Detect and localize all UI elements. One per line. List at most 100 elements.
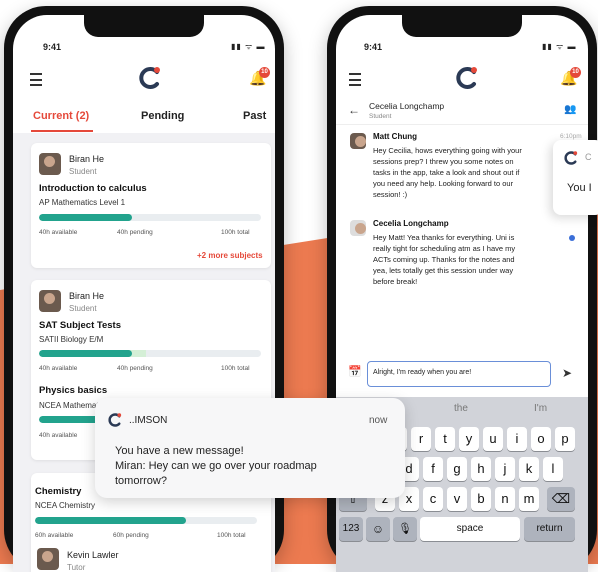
emoji-key[interactable]: ☺ <box>366 517 390 541</box>
key-h[interactable]: h <box>471 457 491 481</box>
tab-pending[interactable]: Pending <box>141 110 184 122</box>
key-i[interactable]: i <box>507 427 527 451</box>
key-y[interactable]: y <box>459 427 479 451</box>
key-c[interactable]: c <box>423 487 443 511</box>
notch <box>84 15 204 37</box>
return-key[interactable]: return <box>524 517 575 541</box>
subject-title: Chemistry <box>35 486 82 497</box>
menu-icon[interactable] <box>349 73 361 86</box>
key-v[interactable]: v <box>447 487 467 511</box>
notification-title: You have a new message! <box>115 445 244 457</box>
app-logo <box>139 67 160 89</box>
subject-level: AP Mathematics Level 1 <box>39 198 126 207</box>
message-author: Cecelia Longchamp <box>373 219 449 228</box>
tab-past[interactable]: Past <box>243 110 266 122</box>
key-t[interactable]: t <box>435 427 455 451</box>
key-j[interactable]: j <box>495 457 515 481</box>
status-icons: ▮▮ ᯤ ▬ <box>231 42 266 51</box>
tab-current[interactable]: Current (2) <box>33 110 89 122</box>
notification-badge: 10 <box>259 67 270 78</box>
message-text: Hey Cecilia, hows everything going with … <box>373 146 522 199</box>
key-r[interactable]: r <box>411 427 431 451</box>
participants-icon[interactable]: 👥 <box>564 104 576 115</box>
hours-total: 100h total <box>217 532 246 539</box>
key-p[interactable]: p <box>555 427 575 451</box>
chat-contact-name: Cecelia Longchamp <box>369 101 445 111</box>
key-m[interactable]: m <box>519 487 539 511</box>
hours-total: 100h total <box>221 365 250 372</box>
key-o[interactable]: o <box>531 427 551 451</box>
status-time: 9:41 <box>364 42 383 52</box>
app-logo <box>564 151 578 165</box>
tutor-name: Kevin Lawler <box>67 550 119 560</box>
active-tab-indicator <box>31 130 93 132</box>
avatar <box>39 153 61 175</box>
session-card[interactable]: Biran He Student Introduction to calculu… <box>31 143 271 268</box>
hours-progress-bar <box>39 214 261 221</box>
status-time: 9:41 <box>43 42 62 52</box>
message-time: 6:10pm <box>560 133 582 140</box>
message-input[interactable]: Alright, I'm ready when you are! <box>367 361 551 387</box>
key-f[interactable]: f <box>423 457 443 481</box>
subject-level: NCEA Chemistry <box>35 501 96 510</box>
available-fill <box>39 214 133 221</box>
suggestion[interactable]: the <box>454 403 468 414</box>
peek-text: You I <box>567 182 592 194</box>
read-indicator <box>569 235 575 241</box>
subject-title: Introduction to calculus <box>39 183 147 194</box>
hours-pending: 60h pending <box>113 532 149 539</box>
tutor-role: Student <box>69 167 97 176</box>
notification-message-cont: tomorrow? <box>115 475 167 487</box>
subject-title: SAT Subject Tests <box>39 320 121 331</box>
peek-card: C You I <box>553 140 598 215</box>
notification-badge: 10 <box>570 67 581 78</box>
hours-pending: 40h pending <box>117 365 153 372</box>
hours-available: 40h available <box>39 432 78 439</box>
app-logo-icon <box>108 413 122 427</box>
available-fill <box>35 517 186 524</box>
hours-pending: 40h pending <box>117 229 153 236</box>
menu-icon[interactable] <box>30 73 42 86</box>
avatar <box>350 220 366 236</box>
sessions-list: Biran He Student Introduction to calculu… <box>13 133 275 572</box>
hours-progress-bar <box>39 350 261 357</box>
delete-key[interactable]: ⌫ <box>547 487 575 511</box>
notification-time: now <box>369 415 388 426</box>
avatar <box>37 548 59 570</box>
header-divider <box>336 124 588 125</box>
key-l[interactable]: l <box>543 457 563 481</box>
notification-app-name: ..IMSON <box>129 415 168 426</box>
hours-progress-bar <box>35 517 257 524</box>
push-notification[interactable]: ..IMSON now You have a new message! Mira… <box>95 398 405 498</box>
numbers-key[interactable]: 123 <box>339 517 363 541</box>
space-key[interactable]: space <box>420 517 520 541</box>
available-fill <box>39 350 133 357</box>
suggestion[interactable]: I'm <box>534 403 547 414</box>
microphone-key[interactable]: 🎙 <box>393 517 417 541</box>
avatar <box>350 133 366 149</box>
key-n[interactable]: n <box>495 487 515 511</box>
more-subjects-link[interactable]: +2 more subjects <box>197 251 263 260</box>
key-b[interactable]: b <box>471 487 491 511</box>
key-g[interactable]: g <box>447 457 467 481</box>
hours-available: 40h available <box>39 365 78 372</box>
key-u[interactable]: u <box>483 427 503 451</box>
tutor-role: Student <box>69 304 97 313</box>
notch <box>402 15 522 37</box>
tutor-role: Tutor <box>67 563 86 572</box>
tutor-name: Biran He <box>69 291 105 301</box>
avatar <box>39 290 61 312</box>
hours-total: 100h total <box>221 229 250 236</box>
tutor-name: Biran He <box>69 154 105 164</box>
peek-app-name: C <box>585 152 592 162</box>
send-icon[interactable]: ➤ <box>562 366 572 380</box>
message-text: Hey Matt! Yea thanks for everything. Uni… <box>373 233 516 286</box>
hours-available: 40h available <box>39 229 78 236</box>
back-arrow-icon[interactable]: ← <box>348 103 360 117</box>
app-logo <box>456 67 477 89</box>
status-icons: ▮▮ ᯤ ▬ <box>542 42 577 51</box>
message-input-text: Alright, I'm ready when you are! <box>373 369 472 376</box>
key-k[interactable]: k <box>519 457 539 481</box>
subject-level: SATII Biology E/M <box>39 335 104 344</box>
calendar-icon[interactable]: 📅 <box>348 365 362 378</box>
